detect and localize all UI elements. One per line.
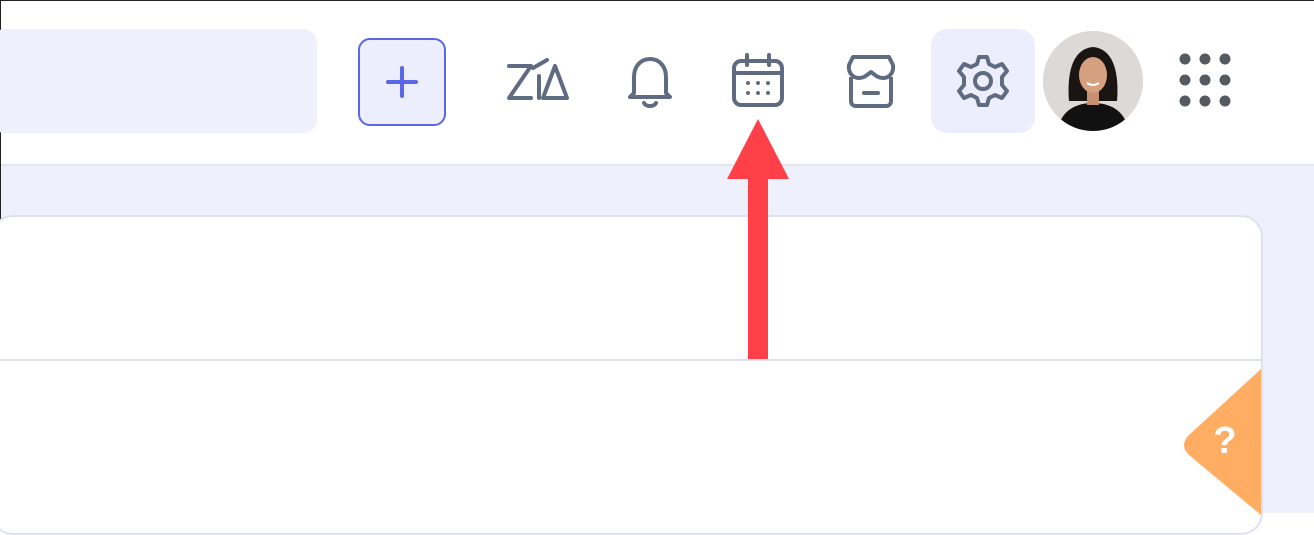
- store-icon: [846, 55, 896, 108]
- calendar-icon: [732, 53, 784, 107]
- help-icon[interactable]: ?: [1208, 419, 1242, 463]
- user-photo: [1043, 31, 1143, 131]
- apps-button[interactable]: [1153, 29, 1257, 133]
- apps-grid-icon: [1179, 53, 1231, 107]
- store-button[interactable]: [819, 29, 923, 133]
- create-button[interactable]: [358, 38, 446, 126]
- gear-icon: [957, 55, 1009, 107]
- zia-icon: [507, 58, 569, 100]
- notifications-button[interactable]: [598, 29, 702, 133]
- bell-icon: [628, 57, 672, 108]
- settings-button[interactable]: [931, 29, 1035, 133]
- top-bar: [0, 1, 1314, 166]
- search-input[interactable]: [0, 29, 317, 133]
- plus-icon: [386, 66, 418, 98]
- annotation-arrow: [727, 119, 789, 359]
- content-card: [0, 215, 1263, 535]
- calendar-button[interactable]: [706, 29, 810, 133]
- card-divider: [0, 359, 1261, 361]
- zia-button[interactable]: [486, 29, 590, 133]
- avatar[interactable]: [1043, 31, 1143, 131]
